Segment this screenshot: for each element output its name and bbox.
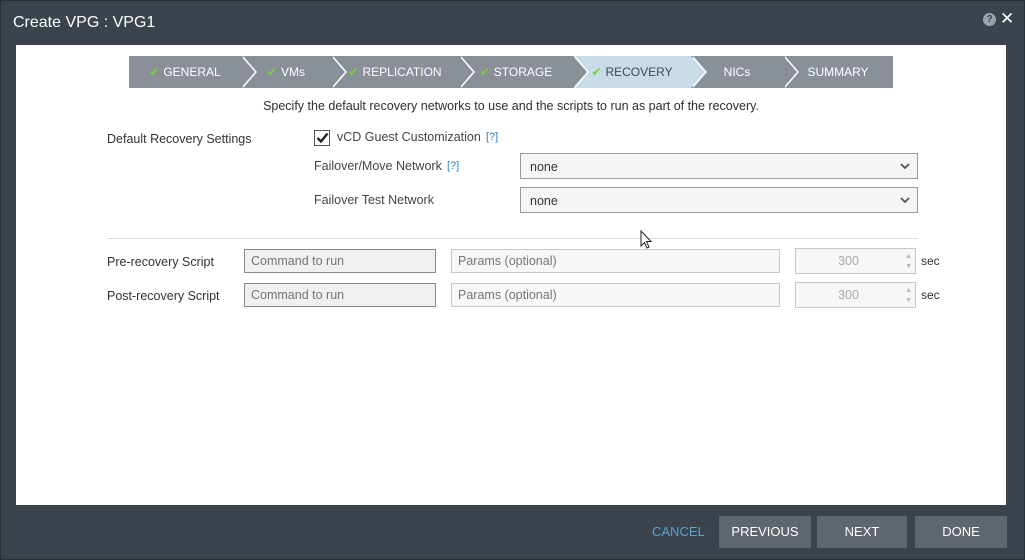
vcd-guest-customization-label: vCD Guest Customization [337,130,481,144]
failover-test-network-label: Failover Test Network [314,193,434,207]
step-label: STORAGE [493,65,553,79]
close-icon[interactable]: ✕ [1000,10,1014,27]
post-recovery-timeout-stepper[interactable]: 300 ▲ ▼ [795,282,916,308]
default-recovery-settings-label: Default Recovery Settings [107,132,252,146]
done-button[interactable]: DONE [915,516,1007,548]
checkmark-icon [316,132,329,144]
spin-up-icon[interactable]: ▲ [905,253,912,260]
check-icon: ✔ [479,65,490,79]
step-label: GENERAL [163,65,221,79]
spin-up-icon[interactable]: ▲ [905,287,912,294]
cancel-button[interactable]: CANCEL [652,524,705,539]
step-replication[interactable]: ✔ REPLICATION [331,56,475,88]
pre-recovery-unit: sec [921,254,940,268]
selected-value: none [530,160,558,174]
check-icon: ✔ [591,65,602,79]
previous-button[interactable]: PREVIOUS [719,516,811,548]
failover-test-network-select[interactable]: none [520,187,918,213]
selected-value: none [530,194,558,208]
step-general[interactable]: ✔ GENERAL [129,56,257,88]
step-label: RECOVERY [605,65,673,79]
wizard-content: ✔ GENERAL ✔ VMs ✔ REPLICATION ✔ STORAGE ✔ REC… [16,45,1006,505]
post-recovery-params-input[interactable] [451,283,780,307]
check-icon: ✔ [149,65,160,79]
spin-down-icon[interactable]: ▼ [905,297,912,304]
spin-down-icon[interactable]: ▼ [905,263,912,270]
pre-recovery-params-input[interactable] [451,249,780,273]
next-button[interactable]: NEXT [817,516,907,548]
check-icon: ✔ [348,65,359,79]
step-label: REPLICATION [362,65,442,79]
divider [107,238,918,239]
step-summary[interactable]: SUMMARY [783,56,893,88]
vcd-help-link[interactable]: [?] [486,131,498,143]
timeout-value: 300 [838,254,859,268]
pre-recovery-command-input[interactable] [244,249,436,273]
create-vpg-dialog: Create VPG : VPG1 ? ✕ ✔ GENERAL ✔ VMs ✔ REP… [0,0,1025,560]
vcd-guest-customization-checkbox[interactable] [314,130,330,146]
instruction-text: Specify the default recovery networks to… [263,99,759,113]
chevron-down-icon [900,197,910,204]
post-recovery-unit: sec [921,288,940,302]
timeout-value: 300 [838,288,859,302]
step-recovery[interactable]: ✔ RECOVERY [573,56,707,88]
wizard-steps: ✔ GENERAL ✔ VMs ✔ REPLICATION ✔ STORAGE ✔ REC… [129,56,893,88]
pre-recovery-timeout-stepper[interactable]: 300 ▲ ▼ [795,248,916,274]
step-label: SUMMARY [807,65,869,79]
help-icon[interactable]: ? [983,13,996,26]
failover-move-network-select[interactable]: none [520,153,918,179]
title-bar: Create VPG : VPG1 ? ✕ [1,1,1025,45]
post-recovery-script-label: Post-recovery Script [107,289,220,303]
post-recovery-command-input[interactable] [244,283,436,307]
mouse-cursor-icon [640,230,653,249]
pre-recovery-script-label: Pre-recovery Script [107,255,214,269]
dialog-title: Create VPG : VPG1 [13,14,156,31]
step-storage[interactable]: ✔ STORAGE [459,56,589,88]
chevron-down-icon [900,163,910,170]
step-label: NICs [723,65,751,79]
step-label: VMs [281,65,306,79]
failover-move-help-link[interactable]: [?] [447,160,459,172]
failover-move-network-label: Failover/Move Network [314,159,442,173]
check-icon: ✔ [266,65,278,79]
